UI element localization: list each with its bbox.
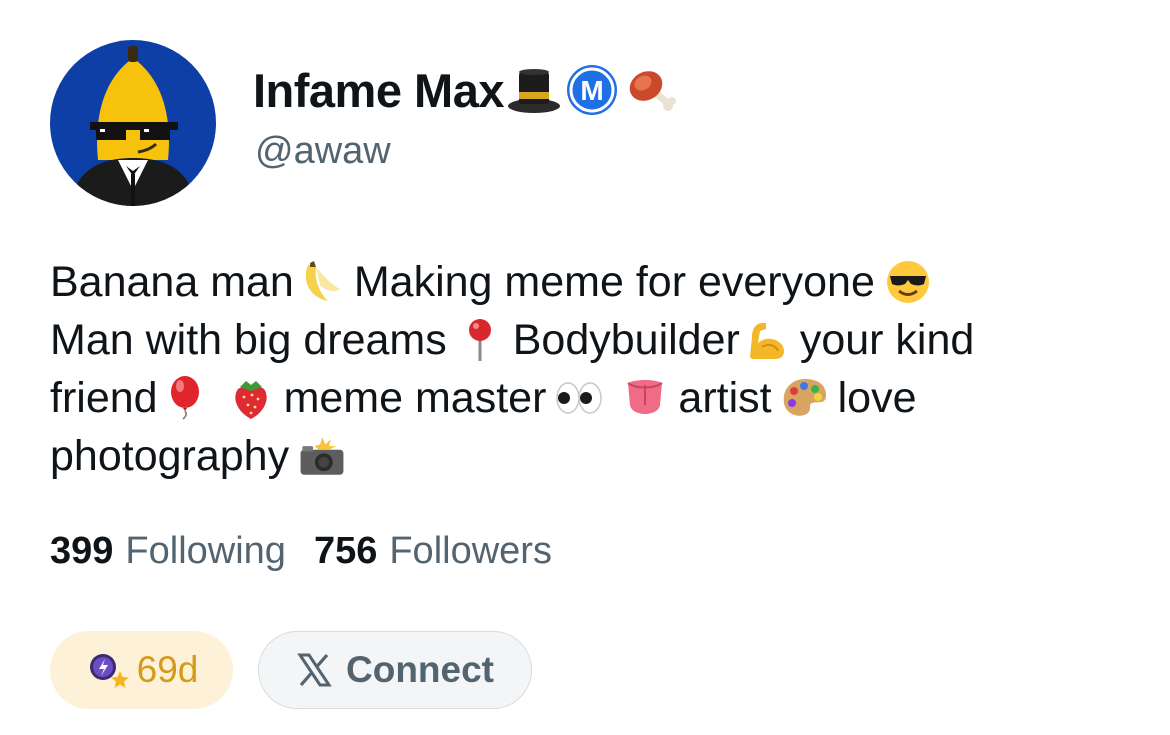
bio-text: your kind bbox=[799, 316, 975, 364]
sunglasses-face-icon bbox=[883, 257, 933, 307]
bio-text: Bodybuilder bbox=[512, 316, 740, 364]
connect-label: Connect bbox=[346, 649, 494, 690]
bio-text: love bbox=[837, 374, 917, 422]
bio-text: friend bbox=[50, 374, 158, 422]
eyes-icon bbox=[554, 373, 604, 423]
top-hat-icon bbox=[506, 62, 562, 118]
m-badge-icon: M bbox=[564, 62, 620, 118]
following-label: Following bbox=[125, 530, 286, 572]
banana-icon bbox=[296, 257, 346, 307]
stats: 399 Following 756 Followers bbox=[50, 530, 580, 573]
bio-text: artist bbox=[678, 374, 772, 422]
bio: Banana man Making meme for everyone Man … bbox=[50, 253, 1130, 485]
display-name: Infame Max bbox=[253, 63, 504, 117]
handle: @awaw bbox=[255, 130, 391, 172]
svg-text:M: M bbox=[580, 75, 603, 106]
balloon-icon bbox=[160, 373, 210, 423]
bio-text: Making meme for everyone bbox=[353, 258, 875, 306]
bio-text: Banana man bbox=[50, 258, 294, 306]
x-logo-icon bbox=[296, 652, 332, 688]
artist-palette-icon bbox=[780, 373, 830, 423]
tongue-icon bbox=[620, 373, 670, 423]
bio-line: Banana man Making meme for everyone bbox=[50, 253, 1130, 311]
camera-with-flash-icon bbox=[297, 431, 347, 481]
following-count: 399 bbox=[50, 530, 114, 572]
bio-text: Man with big dreams bbox=[50, 316, 447, 364]
name-row: Infame Max M bbox=[253, 58, 678, 122]
bio-line: Man with big dreams Bodybuilder your kin… bbox=[50, 311, 1130, 369]
bio-line: friend meme master artist love bbox=[50, 369, 1130, 427]
x-connect-button[interactable]: Connect bbox=[258, 631, 532, 709]
streak-label: 69d bbox=[136, 649, 199, 690]
followers-stat[interactable]: 756 Followers bbox=[314, 530, 552, 573]
bio-text: photography bbox=[50, 432, 290, 480]
flexed-biceps-icon bbox=[742, 315, 792, 365]
banana-with-sunglasses-avatar bbox=[50, 40, 216, 206]
bio-text: meme master bbox=[283, 374, 547, 422]
round-pushpin-icon bbox=[455, 315, 505, 365]
following-stat[interactable]: 399 Following bbox=[50, 530, 286, 573]
meat-on-bone-icon bbox=[622, 62, 678, 118]
followers-count: 756 bbox=[313, 530, 378, 572]
avatar[interactable] bbox=[50, 40, 216, 206]
streak-badge-button[interactable]: 69d bbox=[50, 631, 233, 709]
followers-label: Followers bbox=[389, 530, 552, 572]
bio-line: photography bbox=[50, 427, 1130, 485]
strawberry-icon bbox=[226, 373, 276, 423]
streak-badge-icon bbox=[85, 645, 135, 695]
